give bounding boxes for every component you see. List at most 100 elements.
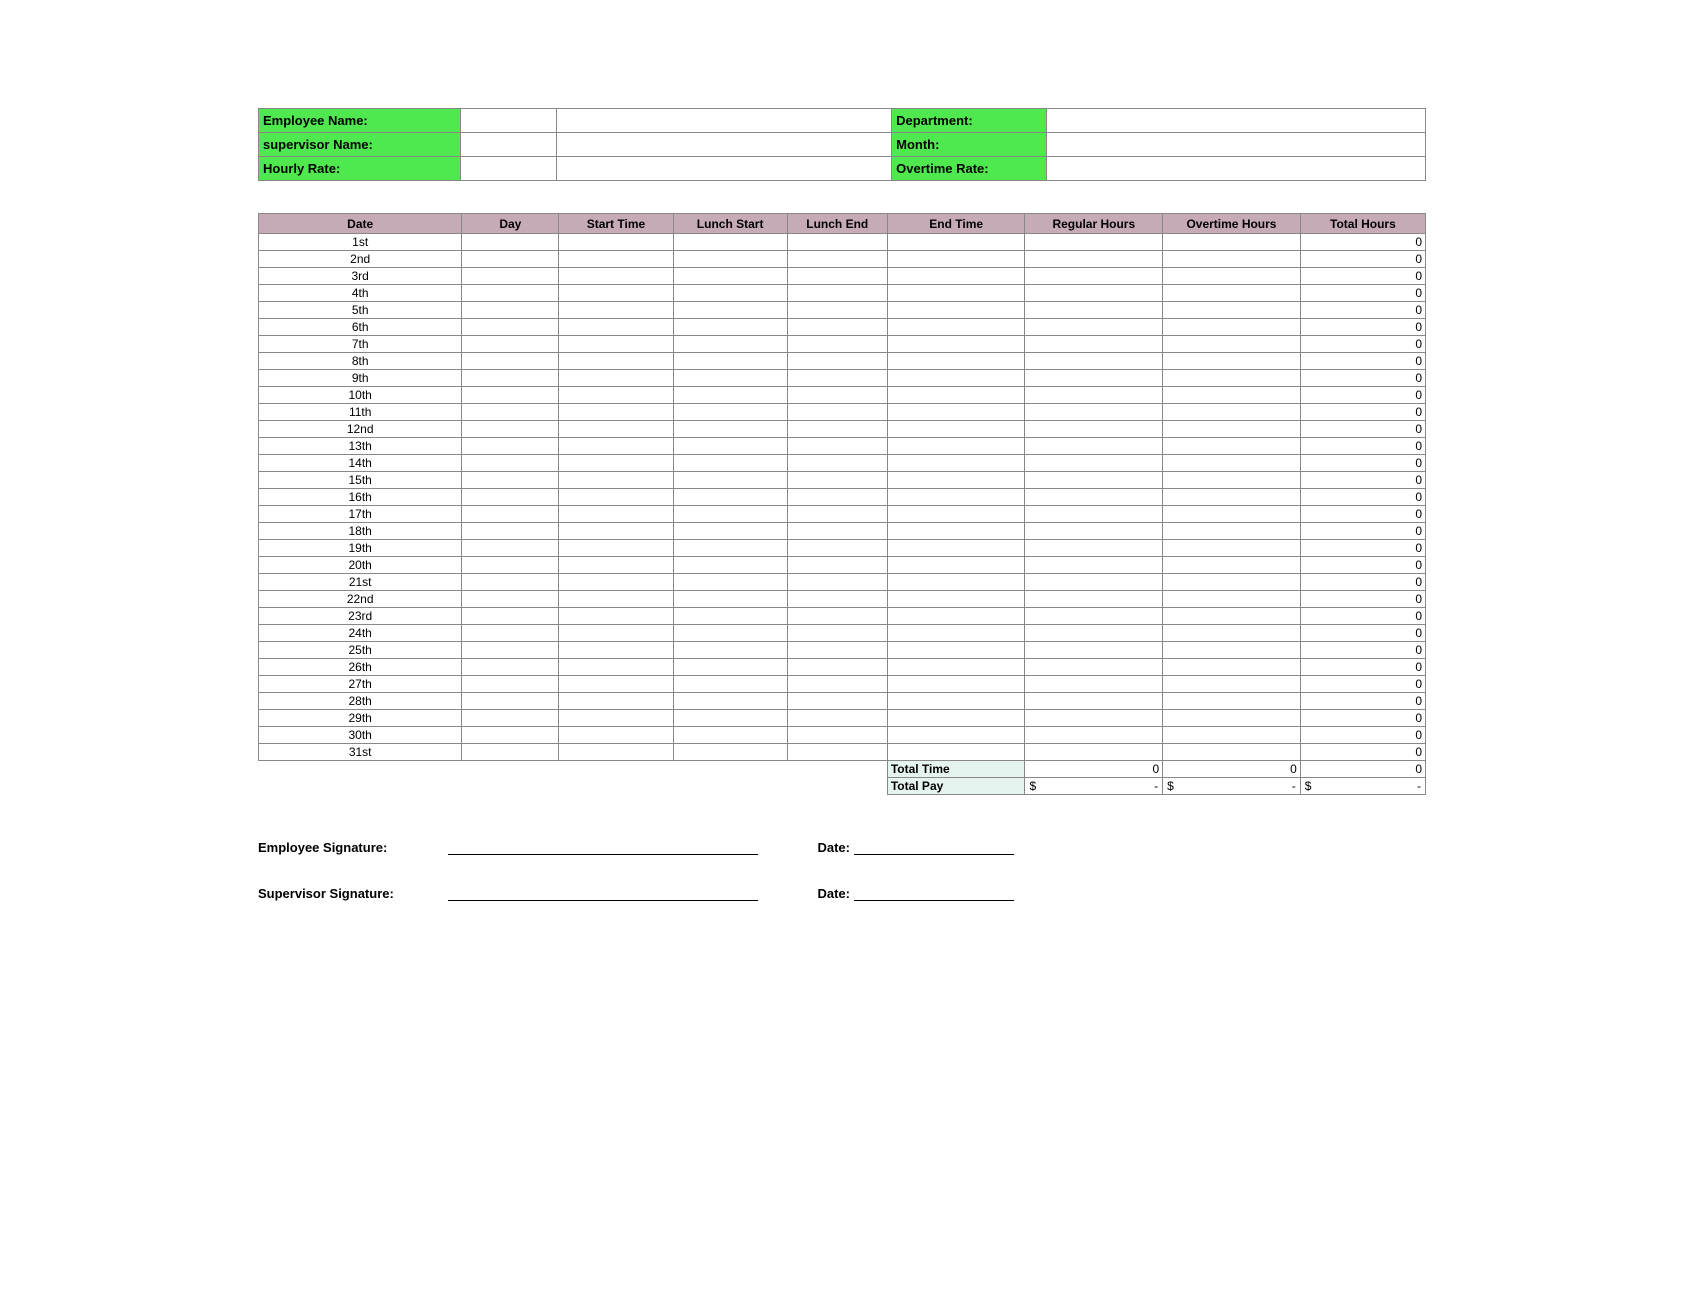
end-time-cell[interactable]: [887, 659, 1025, 676]
lunch-start-cell[interactable]: [673, 370, 787, 387]
regular-hours-cell[interactable]: [1025, 659, 1163, 676]
end-time-cell[interactable]: [887, 710, 1025, 727]
regular-hours-cell[interactable]: [1025, 727, 1163, 744]
regular-hours-cell[interactable]: [1025, 251, 1163, 268]
lunch-start-cell[interactable]: [673, 489, 787, 506]
lunch-end-cell[interactable]: [787, 234, 887, 251]
overtime-hours-cell[interactable]: [1163, 455, 1301, 472]
end-time-cell[interactable]: [887, 693, 1025, 710]
overtime-hours-cell[interactable]: [1163, 710, 1301, 727]
start-time-cell[interactable]: [559, 472, 673, 489]
start-time-cell[interactable]: [559, 404, 673, 421]
end-time-cell[interactable]: [887, 625, 1025, 642]
start-time-cell[interactable]: [559, 659, 673, 676]
overtime-hours-cell[interactable]: [1163, 353, 1301, 370]
lunch-start-cell[interactable]: [673, 285, 787, 302]
start-time-cell[interactable]: [559, 251, 673, 268]
lunch-end-cell[interactable]: [787, 353, 887, 370]
end-time-cell[interactable]: [887, 268, 1025, 285]
lunch-end-cell[interactable]: [787, 472, 887, 489]
end-time-cell[interactable]: [887, 336, 1025, 353]
lunch-end-cell[interactable]: [787, 574, 887, 591]
lunch-start-cell[interactable]: [673, 727, 787, 744]
start-time-cell[interactable]: [559, 336, 673, 353]
overtime-hours-cell[interactable]: [1163, 234, 1301, 251]
regular-hours-cell[interactable]: [1025, 744, 1163, 761]
overtime-hours-cell[interactable]: [1163, 693, 1301, 710]
overtime-hours-cell[interactable]: [1163, 659, 1301, 676]
regular-hours-cell[interactable]: [1025, 336, 1163, 353]
regular-hours-cell[interactable]: [1025, 421, 1163, 438]
start-time-cell[interactable]: [559, 591, 673, 608]
start-time-cell[interactable]: [559, 557, 673, 574]
start-time-cell[interactable]: [559, 744, 673, 761]
day-cell[interactable]: [462, 302, 559, 319]
day-cell[interactable]: [462, 251, 559, 268]
end-time-cell[interactable]: [887, 727, 1025, 744]
day-cell[interactable]: [462, 625, 559, 642]
hourly-rate-value-2[interactable]: [556, 157, 891, 181]
lunch-start-cell[interactable]: [673, 353, 787, 370]
lunch-start-cell[interactable]: [673, 574, 787, 591]
regular-hours-cell[interactable]: [1025, 557, 1163, 574]
end-time-cell[interactable]: [887, 387, 1025, 404]
regular-hours-cell[interactable]: [1025, 591, 1163, 608]
overtime-hours-cell[interactable]: [1163, 438, 1301, 455]
employee-name-value-2[interactable]: [556, 109, 891, 133]
regular-hours-cell[interactable]: [1025, 710, 1163, 727]
lunch-start-cell[interactable]: [673, 506, 787, 523]
end-time-cell[interactable]: [887, 455, 1025, 472]
regular-hours-cell[interactable]: [1025, 387, 1163, 404]
overtime-hours-cell[interactable]: [1163, 744, 1301, 761]
overtime-hours-cell[interactable]: [1163, 676, 1301, 693]
end-time-cell[interactable]: [887, 370, 1025, 387]
end-time-cell[interactable]: [887, 302, 1025, 319]
employee-signature-line[interactable]: [448, 839, 758, 855]
day-cell[interactable]: [462, 404, 559, 421]
regular-hours-cell[interactable]: [1025, 455, 1163, 472]
regular-hours-cell[interactable]: [1025, 693, 1163, 710]
lunch-end-cell[interactable]: [787, 710, 887, 727]
day-cell[interactable]: [462, 710, 559, 727]
lunch-start-cell[interactable]: [673, 676, 787, 693]
start-time-cell[interactable]: [559, 642, 673, 659]
regular-hours-cell[interactable]: [1025, 489, 1163, 506]
lunch-end-cell[interactable]: [787, 370, 887, 387]
overtime-hours-cell[interactable]: [1163, 387, 1301, 404]
start-time-cell[interactable]: [559, 370, 673, 387]
end-time-cell[interactable]: [887, 404, 1025, 421]
end-time-cell[interactable]: [887, 574, 1025, 591]
regular-hours-cell[interactable]: [1025, 574, 1163, 591]
regular-hours-cell[interactable]: [1025, 353, 1163, 370]
regular-hours-cell[interactable]: [1025, 676, 1163, 693]
lunch-start-cell[interactable]: [673, 319, 787, 336]
start-time-cell[interactable]: [559, 625, 673, 642]
start-time-cell[interactable]: [559, 574, 673, 591]
start-time-cell[interactable]: [559, 234, 673, 251]
day-cell[interactable]: [462, 608, 559, 625]
end-time-cell[interactable]: [887, 438, 1025, 455]
department-value[interactable]: [1047, 109, 1426, 133]
regular-hours-cell[interactable]: [1025, 625, 1163, 642]
day-cell[interactable]: [462, 319, 559, 336]
lunch-end-cell[interactable]: [787, 727, 887, 744]
end-time-cell[interactable]: [887, 353, 1025, 370]
overtime-hours-cell[interactable]: [1163, 489, 1301, 506]
lunch-end-cell[interactable]: [787, 557, 887, 574]
regular-hours-cell[interactable]: [1025, 234, 1163, 251]
end-time-cell[interactable]: [887, 591, 1025, 608]
end-time-cell[interactable]: [887, 540, 1025, 557]
day-cell[interactable]: [462, 455, 559, 472]
lunch-start-cell[interactable]: [673, 336, 787, 353]
end-time-cell[interactable]: [887, 642, 1025, 659]
overtime-hours-cell[interactable]: [1163, 336, 1301, 353]
end-time-cell[interactable]: [887, 472, 1025, 489]
lunch-end-cell[interactable]: [787, 268, 887, 285]
lunch-start-cell[interactable]: [673, 608, 787, 625]
lunch-start-cell[interactable]: [673, 625, 787, 642]
end-time-cell[interactable]: [887, 285, 1025, 302]
regular-hours-cell[interactable]: [1025, 523, 1163, 540]
day-cell[interactable]: [462, 268, 559, 285]
lunch-end-cell[interactable]: [787, 676, 887, 693]
overtime-hours-cell[interactable]: [1163, 557, 1301, 574]
